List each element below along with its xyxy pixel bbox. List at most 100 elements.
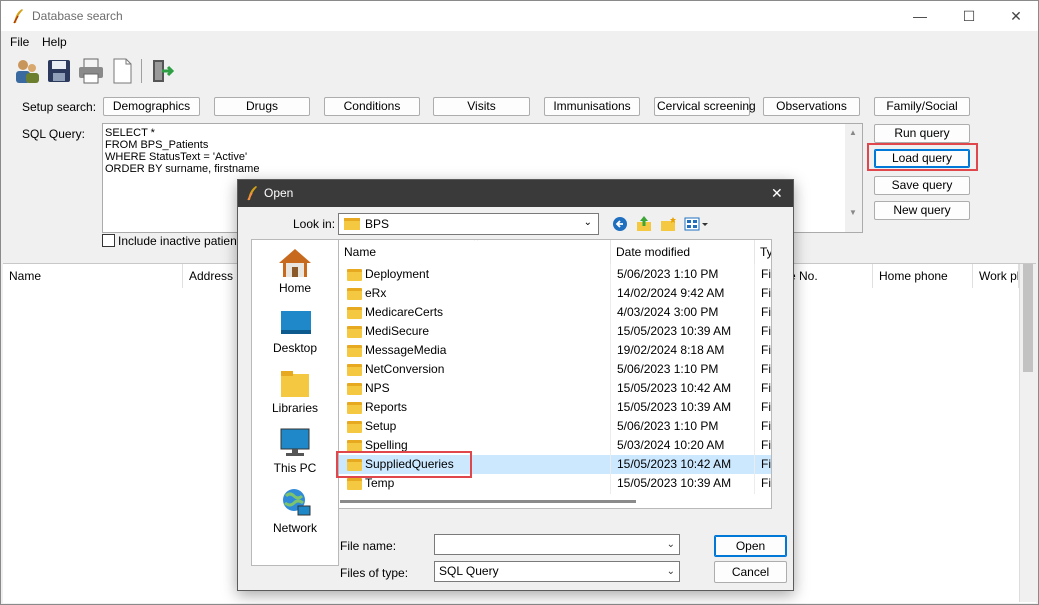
run-query-button[interactable]: Run query — [874, 124, 970, 143]
look-in-label: Look in: — [293, 217, 336, 231]
visits-button[interactable]: Visits — [433, 97, 530, 116]
sql-line: SELECT * — [105, 127, 155, 139]
sql-scrollbar[interactable]: ▲ ▼ — [845, 124, 862, 232]
column-header-date-modified[interactable]: Date modified — [611, 240, 755, 264]
folder-icon — [347, 269, 362, 281]
chevron-down-icon[interactable]: ⌄ — [667, 535, 675, 554]
save-icon[interactable] — [45, 57, 73, 85]
folder-icon — [347, 478, 362, 490]
file-row-deployment[interactable]: Deployment5/06/2023 1:10 PMFil — [339, 265, 771, 284]
new-document-icon[interactable] — [108, 57, 136, 85]
files-of-type-label: Files of type: — [340, 566, 409, 580]
file-row-medisecure[interactable]: MediSecure15/05/2023 10:39 AMFil — [339, 322, 771, 341]
chevron-down-icon: ⌄ — [583, 217, 592, 228]
place-desktop[interactable]: Desktop — [252, 306, 338, 356]
menu-file[interactable]: File — [10, 35, 29, 49]
place-libraries[interactable]: Libraries — [252, 366, 338, 416]
folder-icon — [347, 402, 362, 414]
new-query-button[interactable]: New query — [874, 201, 970, 220]
printer-icon[interactable] — [77, 57, 105, 85]
conditions-button[interactable]: Conditions — [324, 97, 420, 116]
column-header-work-phone[interactable]: Work ph — [973, 264, 1019, 288]
place-home[interactable]: Home — [252, 246, 338, 296]
file-row-nps[interactable]: NPS15/05/2023 10:42 AMFil — [339, 379, 771, 398]
column-header-name[interactable]: Name — [339, 240, 611, 264]
sql-line: WHERE StatusText = 'Active' — [105, 151, 248, 163]
immunisations-button[interactable]: Immunisations — [544, 97, 640, 116]
file-row-messagemedia[interactable]: MessageMedia19/02/2024 8:18 AMFil — [339, 341, 771, 360]
files-of-type-combobox[interactable]: SQL Query ⌄ — [434, 561, 680, 582]
folder-icon — [347, 288, 362, 300]
place-libraries-label: Libraries — [271, 401, 319, 415]
places-bar: Home Desktop Libraries This PC Network — [251, 239, 339, 566]
demographics-button[interactable]: Demographics — [103, 97, 200, 116]
file-row-medicarecerts[interactable]: MedicareCerts4/03/2024 3:00 PMFil — [339, 303, 771, 322]
suppliedqueries-highlight — [336, 451, 472, 478]
scroll-down-arrow-icon[interactable]: ▼ — [849, 208, 857, 217]
folder-icon — [347, 364, 362, 376]
column-header-phone-no[interactable]: e No. — [783, 264, 873, 288]
column-header-name[interactable]: Name — [3, 264, 183, 288]
folder-icon — [347, 345, 362, 357]
include-inactive-checkbox[interactable] — [102, 234, 115, 247]
cervical-screening-button[interactable]: Cervical screening — [654, 97, 756, 116]
file-name-input[interactable]: ⌄ — [434, 534, 680, 555]
column-header-home-phone[interactable]: Home phone — [873, 264, 973, 288]
file-row-netconversion[interactable]: NetConversion5/06/2023 1:10 PMFil — [339, 360, 771, 379]
place-this-pc[interactable]: This PC — [252, 426, 338, 476]
menu-help[interactable]: Help — [42, 35, 67, 49]
patients-icon[interactable] — [13, 57, 41, 85]
toolbar-separator — [141, 59, 142, 83]
exit-icon[interactable] — [148, 57, 176, 85]
maximize-button[interactable]: ☐ — [946, 1, 992, 31]
desktop-icon — [281, 311, 311, 334]
drugs-button[interactable]: Drugs — [214, 97, 310, 116]
file-list-horizontal-scrollbar[interactable] — [339, 494, 771, 508]
view-menu-icon[interactable] — [684, 216, 710, 232]
scroll-up-arrow-icon[interactable]: ▲ — [849, 128, 857, 137]
place-network[interactable]: Network — [252, 486, 338, 536]
cancel-button[interactable]: Cancel — [714, 561, 787, 583]
file-name-label: File name: — [340, 539, 397, 553]
new-folder-icon[interactable] — [660, 216, 677, 232]
save-query-button[interactable]: Save query — [874, 176, 970, 195]
horizontal-scroll-thumb[interactable] — [340, 500, 636, 503]
dialog-title: Open — [264, 186, 294, 200]
open-button[interactable]: Open — [714, 535, 787, 557]
dialog-close-button[interactable]: ✕ — [771, 185, 783, 202]
file-row-setup[interactable]: Setup5/06/2023 1:10 PMFil — [339, 417, 771, 436]
file-row-erx[interactable]: eRx14/02/2024 9:42 AMFil — [339, 284, 771, 303]
column-header-type[interactable]: Ty — [755, 240, 771, 264]
files-of-type-value: SQL Query — [439, 564, 499, 578]
setup-search-label: Setup search: — [22, 100, 97, 114]
observations-button[interactable]: Observations — [763, 97, 860, 116]
back-arrow-icon[interactable] — [612, 216, 628, 232]
app-feather-icon — [13, 9, 23, 24]
menu-bar: File Help — [1, 31, 1038, 53]
title-bar: Database search — ☐ ✕ — [1, 1, 1038, 31]
folder-icon — [347, 307, 362, 319]
place-this-pc-label: This PC — [273, 461, 317, 475]
folder-icon — [347, 383, 362, 395]
load-query-button[interactable]: Load query — [874, 149, 970, 168]
toolbar — [1, 53, 1038, 89]
look-in-value: BPS — [365, 217, 390, 231]
minimize-button[interactable]: — — [897, 1, 943, 31]
grid-scrollbar[interactable] — [1019, 264, 1036, 602]
libraries-icon — [281, 371, 309, 397]
family-social-button[interactable]: Family/Social — [874, 97, 970, 116]
chevron-down-icon[interactable]: ⌄ — [667, 562, 675, 581]
dialog-feather-icon — [247, 186, 257, 201]
open-dialog: Open ✕ Look in: BPS ⌄ Home Desktop Libra… — [237, 179, 794, 591]
file-row-reports[interactable]: Reports15/05/2023 10:39 AMFil — [339, 398, 771, 417]
up-folder-icon[interactable] — [636, 215, 652, 232]
window-title: Database search — [32, 9, 123, 23]
computer-icon — [280, 428, 310, 456]
close-button[interactable]: ✕ — [993, 1, 1039, 31]
folder-icon — [347, 326, 362, 338]
grid-scroll-thumb[interactable] — [1023, 264, 1033, 372]
place-desktop-label: Desktop — [272, 341, 318, 355]
sql-line: ORDER BY surname, firstname — [105, 163, 260, 175]
look-in-combobox[interactable]: BPS ⌄ — [338, 213, 599, 235]
folder-icon — [344, 218, 360, 230]
